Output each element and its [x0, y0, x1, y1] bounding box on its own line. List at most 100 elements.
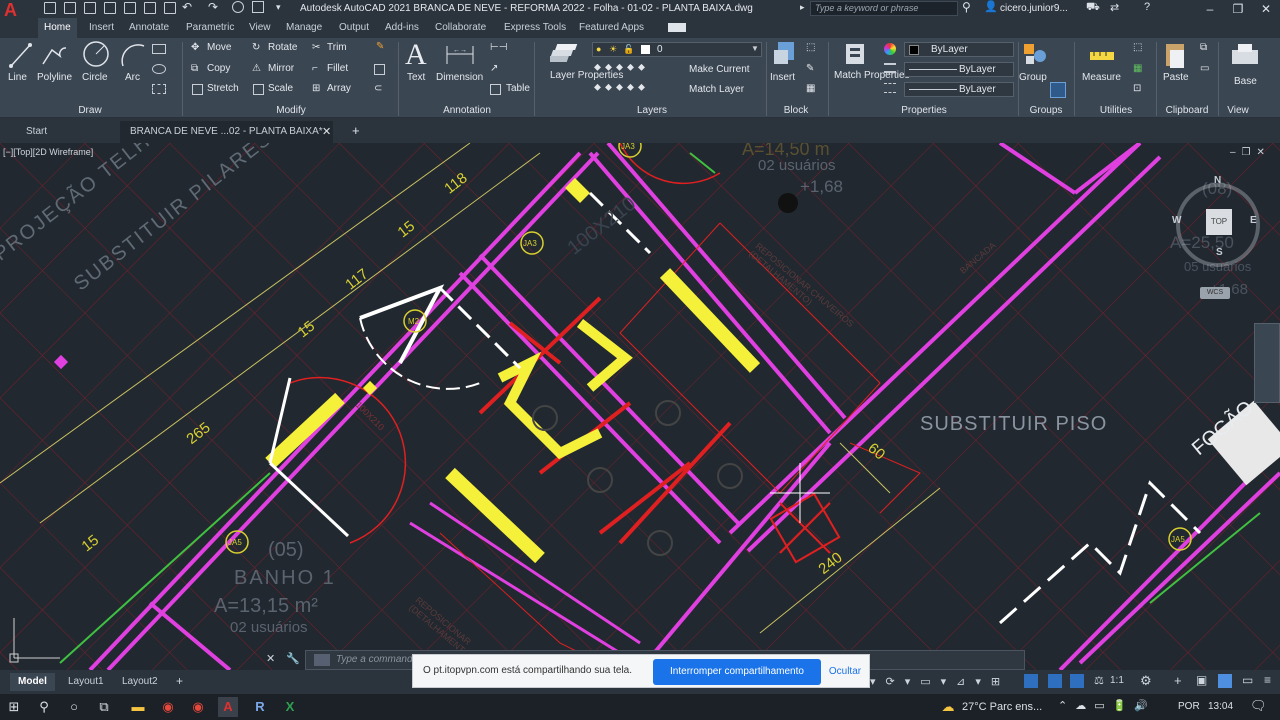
new-icon[interactable]	[44, 2, 56, 14]
fillet-button[interactable]: Fillet	[327, 63, 348, 74]
cut-icon[interactable]: ⧉	[1200, 42, 1207, 53]
tab-add-ins[interactable]: Add-ins	[379, 18, 425, 38]
drawing-canvas[interactable]: PROJEÇÃO TELHADO SUBSTITUIR PILARES SUBS…	[0, 143, 1280, 670]
weather-icon[interactable]: ☁	[938, 697, 958, 717]
command-input[interactable]: Type a command	[336, 654, 413, 665]
hardware-acceleration-icon[interactable]	[1218, 674, 1232, 688]
revit-icon[interactable]: R	[250, 697, 270, 717]
rotate-button[interactable]: Rotate	[268, 42, 297, 53]
tab-layout2[interactable]: Layout2	[114, 673, 166, 691]
polyline-button[interactable]: Polyline	[37, 72, 72, 83]
viewport-window-controls[interactable]: –❐✕	[1230, 147, 1271, 158]
layer-properties-button[interactable]: Layer Properties	[550, 70, 623, 82]
autocad-logo[interactable]: A	[4, 1, 26, 19]
autocad-taskbar-icon[interactable]: A	[218, 697, 238, 717]
annotation-panel-title[interactable]: Annotation	[402, 104, 532, 118]
color-dropdown[interactable]: ByLayer	[904, 42, 1014, 57]
block-panel-title[interactable]: Block	[766, 104, 826, 118]
groups-panel-title[interactable]: Groups	[1018, 104, 1074, 118]
navigation-bar[interactable]	[1254, 323, 1280, 403]
layer-tools-row1[interactable]: ⬥⬥⬥⬥⬥	[594, 62, 649, 73]
transparency-toggle-icon[interactable]	[1048, 674, 1062, 688]
clock[interactable]: 13:04	[1208, 701, 1233, 712]
copy-clip-icon[interactable]: ▭	[1200, 63, 1209, 74]
plot-icon[interactable]	[164, 2, 176, 14]
dimension-icon[interactable]: ←→	[444, 42, 476, 68]
drafting-tools[interactable]: ▾⟳▾▭▾⊿▾⊞	[870, 675, 1010, 688]
edit-attr-icon[interactable]: ▦	[806, 83, 815, 94]
add-layout-icon[interactable]: +	[176, 674, 183, 688]
view-panel-title[interactable]: View	[1218, 104, 1258, 118]
tab-annotate[interactable]: Annotate	[123, 18, 175, 38]
help-icon[interactable]: ?	[1144, 1, 1150, 13]
annotation-scale[interactable]: 1:1	[1110, 675, 1124, 686]
properties-panel-title[interactable]: Properties	[830, 104, 1018, 118]
user-icon[interactable]: 👤	[984, 0, 998, 13]
color-wheel-icon[interactable]	[884, 43, 896, 55]
workspace-icon[interactable]	[252, 1, 264, 13]
mirror-button[interactable]: Mirror	[268, 63, 294, 74]
group-icon[interactable]	[1022, 40, 1048, 68]
chevron-right-icon[interactable]: ▸	[800, 2, 805, 13]
viewcube-east[interactable]: E	[1250, 215, 1257, 226]
share-icon[interactable]	[232, 1, 244, 13]
circle-button[interactable]: Circle	[82, 72, 108, 83]
modify-panel-title[interactable]: Modify	[186, 104, 396, 118]
match-properties-icon[interactable]	[842, 40, 870, 70]
tab-collaborate[interactable]: Collaborate	[429, 18, 492, 38]
tab-model[interactable]: Model	[10, 673, 55, 691]
viewcube-north[interactable]: N	[1214, 175, 1221, 186]
plus-icon[interactable]: +	[1174, 673, 1182, 688]
match-properties-button[interactable]: Match Properties	[834, 70, 910, 82]
cortana-icon[interactable]: ○	[64, 697, 84, 717]
move-button[interactable]: Move	[207, 42, 231, 53]
clean-screen-icon[interactable]: ▭	[1242, 673, 1253, 687]
array-button[interactable]: Array	[327, 83, 351, 94]
tab-insert[interactable]: Insert	[83, 18, 120, 38]
group-select-icon[interactable]	[1050, 82, 1066, 98]
tab-layout1[interactable]: Layout1	[60, 673, 112, 691]
lineweight-dropdown[interactable]: ByLayer	[904, 62, 1014, 77]
wcs-menu[interactable]: WCS	[1200, 287, 1230, 299]
undo-icon[interactable]: ↶	[182, 0, 192, 14]
multileader-icon[interactable]: ↗	[490, 63, 498, 74]
make-current-button[interactable]: Make Current	[689, 64, 750, 75]
stretch-button[interactable]: Stretch	[207, 83, 239, 94]
viewcube-south[interactable]: S	[1216, 247, 1223, 258]
selection-cycle-icon[interactable]	[1070, 674, 1084, 688]
utilities-panel-title[interactable]: Utilities	[1076, 104, 1156, 118]
tab-parametric[interactable]: Parametric	[180, 18, 240, 38]
offset-icon[interactable]: ⊂	[374, 83, 382, 94]
base-icon[interactable]	[1230, 42, 1260, 68]
tab-output[interactable]: Output	[333, 18, 375, 38]
task-view-icon[interactable]: ⧉	[94, 697, 114, 717]
rectangle-icon[interactable]	[152, 44, 166, 54]
search-input[interactable]: Type a keyword or phrase	[810, 1, 958, 16]
viewcube-top-face[interactable]: TOP	[1206, 209, 1232, 235]
isolate-icon[interactable]: ▣	[1196, 673, 1207, 687]
new-tab-button[interactable]: +	[352, 123, 360, 138]
command-close-icon[interactable]: ✕	[266, 652, 275, 665]
scale-button[interactable]: Scale	[268, 83, 293, 94]
ribbon-toggle-icon[interactable]	[668, 23, 686, 32]
viewcube[interactable]: TOP N S E W	[1172, 175, 1260, 267]
customize-icon[interactable]: ▾	[276, 2, 281, 13]
table-button[interactable]: Table	[506, 83, 530, 94]
lineweight-toggle-icon[interactable]	[1024, 674, 1038, 688]
circle-icon[interactable]	[82, 40, 110, 68]
copy-button[interactable]: Copy	[207, 63, 230, 74]
edit-block-icon[interactable]: ✎	[806, 63, 814, 74]
viewport-controls[interactable]: [−][Top][2D Wireframe]	[3, 147, 93, 157]
redo-icon[interactable]: ↷	[208, 0, 218, 14]
system-tray-icons[interactable]: ⌃☁▭🔋🔊	[1058, 699, 1156, 712]
clipboard-panel-title[interactable]: Clipboard	[1156, 104, 1218, 118]
arc-button[interactable]: Arc	[125, 72, 140, 83]
insert-icon[interactable]	[772, 40, 798, 70]
base-button[interactable]: Base	[1234, 76, 1257, 87]
layer-tools-row2[interactable]: ⬥⬥⬥⬥⬥	[594, 82, 649, 93]
chrome-icon-2[interactable]: ◉	[188, 697, 208, 717]
search-icon[interactable]: ⚲	[34, 697, 54, 717]
cart-icon[interactable]: ⛟	[1086, 1, 1100, 15]
line-icon[interactable]	[8, 42, 32, 70]
save-as-icon[interactable]	[104, 2, 116, 14]
